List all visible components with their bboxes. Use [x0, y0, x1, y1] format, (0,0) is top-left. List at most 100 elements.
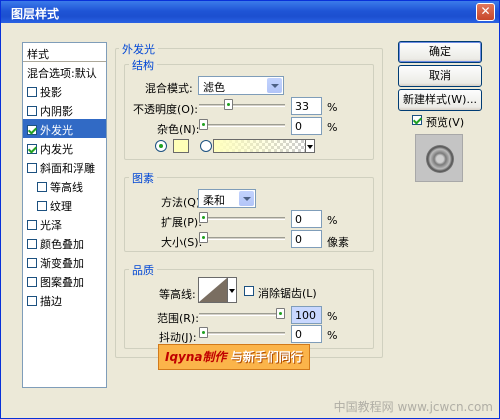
style-items: 混合选项:默认投影内阴影外发光内发光 斜面和浮雕 等高线纹理光泽颜色叠加渐变叠加图案… — [23, 62, 106, 309]
style-list-item[interactable]: 颜色叠加 — [23, 233, 106, 252]
style-list-item[interactable]: 等高线 — [23, 176, 106, 195]
noise-input[interactable]: 0 — [291, 117, 322, 135]
author-watermark: Iqyna制作 与新手们同行 — [158, 344, 310, 370]
watermark-signature: Iqyna制作 — [165, 350, 227, 364]
preview-glow-ring — [426, 145, 454, 173]
style-checkbox[interactable] — [27, 87, 37, 97]
cancel-button[interactable]: 取消 — [398, 65, 482, 87]
jitter-unit: % — [327, 329, 338, 342]
opacity-input[interactable]: 33 — [291, 97, 322, 115]
range-input[interactable]: 100 — [291, 306, 322, 324]
style-list-item[interactable]: 混合选项:默认 — [23, 62, 106, 81]
style-item-label: 投影 — [40, 86, 62, 99]
jitter-input[interactable]: 0 — [291, 325, 322, 343]
contour-picker[interactable] — [198, 277, 228, 303]
size-unit: 像素 — [327, 236, 349, 249]
range-slider-thumb[interactable] — [276, 308, 285, 319]
spread-slider-thumb[interactable] — [199, 212, 208, 223]
technique-select[interactable]: 柔和 — [198, 189, 256, 208]
style-item-label: 光泽 — [40, 219, 62, 232]
size-slider-thumb[interactable] — [199, 232, 208, 243]
style-preview-thumbnail — [415, 134, 463, 182]
new-style-button[interactable]: 新建样式(W)... — [398, 89, 482, 111]
style-list-item[interactable]: 外发光 — [23, 119, 106, 138]
elements-title: 图素 — [129, 170, 157, 186]
noise-unit: % — [327, 121, 338, 134]
style-item-label: 渐变叠加 — [40, 257, 84, 270]
style-item-label: 内阴影 — [40, 105, 73, 118]
spread-slider[interactable] — [199, 217, 285, 220]
style-item-label: 纹理 — [50, 200, 72, 213]
style-item-label: 内发光 — [40, 143, 73, 156]
style-list-item[interactable]: 光泽 — [23, 214, 106, 233]
style-list-item[interactable]: 描边 — [23, 290, 106, 309]
preview-checkbox[interactable] — [412, 115, 422, 125]
style-list-item[interactable]: 纹理 — [23, 195, 106, 214]
layer-style-dialog: 图层样式 ✕ 样式 混合选项:默认 投影 内阴影 外发光 内发光 斜面和浮雕 等高线 纹理 光泽… — [0, 0, 500, 419]
style-list-item[interactable]: 图案叠加 — [23, 271, 106, 290]
style-item-label: 图案叠加 — [40, 276, 84, 289]
anti-alias-label: 消除锯齿(L) — [258, 287, 317, 300]
opacity-slider[interactable] — [199, 104, 285, 107]
jitter-slider[interactable] — [199, 332, 285, 335]
blend-mode-select[interactable]: 滤色 — [198, 76, 284, 95]
style-checkbox[interactable] — [37, 201, 47, 211]
style-checkbox[interactable] — [27, 106, 37, 116]
style-list-item[interactable]: 投影 — [23, 81, 106, 100]
spread-label: 扩展(P): — [161, 216, 202, 229]
anti-alias-checkbox[interactable] — [244, 286, 254, 296]
chevron-down-icon — [267, 78, 282, 93]
blend-mode-label: 混合模式: — [145, 82, 193, 95]
technique-value: 柔和 — [203, 194, 225, 207]
style-checkbox[interactable] — [27, 277, 37, 287]
style-list-item[interactable]: 斜面和浮雕 — [23, 157, 106, 176]
opacity-slider-thumb[interactable] — [224, 99, 234, 110]
opacity-unit: % — [327, 101, 338, 114]
style-checkbox[interactable] — [37, 182, 47, 192]
style-item-label: 混合选项:默认 — [27, 67, 97, 80]
noise-slider[interactable] — [199, 124, 285, 127]
opacity-label: 不透明度(O): — [133, 103, 198, 116]
style-list: 样式 混合选项:默认投影内阴影外发光内发光 斜面和浮雕 等高线纹理光泽颜色叠加渐变叠… — [22, 42, 107, 388]
glow-color-swatch[interactable] — [173, 139, 189, 153]
close-button[interactable]: ✕ — [476, 3, 495, 21]
solid-color-radio[interactable] — [155, 140, 167, 152]
chevron-down-icon — [239, 191, 254, 206]
noise-slider-thumb[interactable] — [199, 119, 208, 130]
jitter-label: 抖动(J): — [159, 331, 197, 344]
style-checkbox[interactable] — [27, 239, 37, 249]
spread-input[interactable]: 0 — [291, 210, 322, 228]
structure-title: 结构 — [129, 57, 157, 73]
size-input[interactable]: 0 — [291, 230, 322, 248]
style-checkbox[interactable] — [27, 163, 37, 173]
glow-gradient-picker[interactable] — [213, 139, 306, 153]
ok-button[interactable]: 确定 — [398, 41, 482, 63]
range-slider[interactable] — [199, 313, 285, 316]
size-slider[interactable] — [199, 237, 285, 240]
size-label: 大小(S): — [161, 236, 203, 249]
range-label: 范围(R): — [157, 312, 199, 325]
style-item-label: 外发光 — [40, 124, 73, 137]
contour-dropdown-arrow[interactable] — [227, 277, 237, 303]
contour-label: 等高线: — [159, 288, 196, 301]
title-bar[interactable]: 图层样式 ✕ — [1, 1, 499, 23]
style-checkbox[interactable] — [27, 144, 37, 154]
style-checkbox[interactable] — [27, 125, 37, 135]
outer-glow-title: 外发光 — [119, 41, 158, 57]
contour-curve-icon — [199, 278, 227, 302]
style-checkbox[interactable] — [27, 296, 37, 306]
gradient-radio[interactable] — [200, 140, 212, 152]
noise-label: 杂色(N): — [157, 123, 200, 136]
style-list-item[interactable]: 内阴影 — [23, 100, 106, 119]
spread-unit: % — [327, 214, 338, 227]
style-list-item[interactable]: 渐变叠加 — [23, 252, 106, 271]
jitter-slider-thumb[interactable] — [199, 327, 208, 338]
window-title: 图层样式 — [11, 7, 60, 21]
style-checkbox[interactable] — [27, 258, 37, 268]
blend-mode-value: 滤色 — [203, 81, 225, 94]
gradient-dropdown-arrow[interactable] — [305, 139, 315, 153]
style-list-header[interactable]: 样式 — [23, 43, 106, 62]
style-checkbox[interactable] — [27, 220, 37, 230]
style-list-item[interactable]: 内发光 — [23, 138, 106, 157]
style-item-label: 颜色叠加 — [40, 238, 84, 251]
